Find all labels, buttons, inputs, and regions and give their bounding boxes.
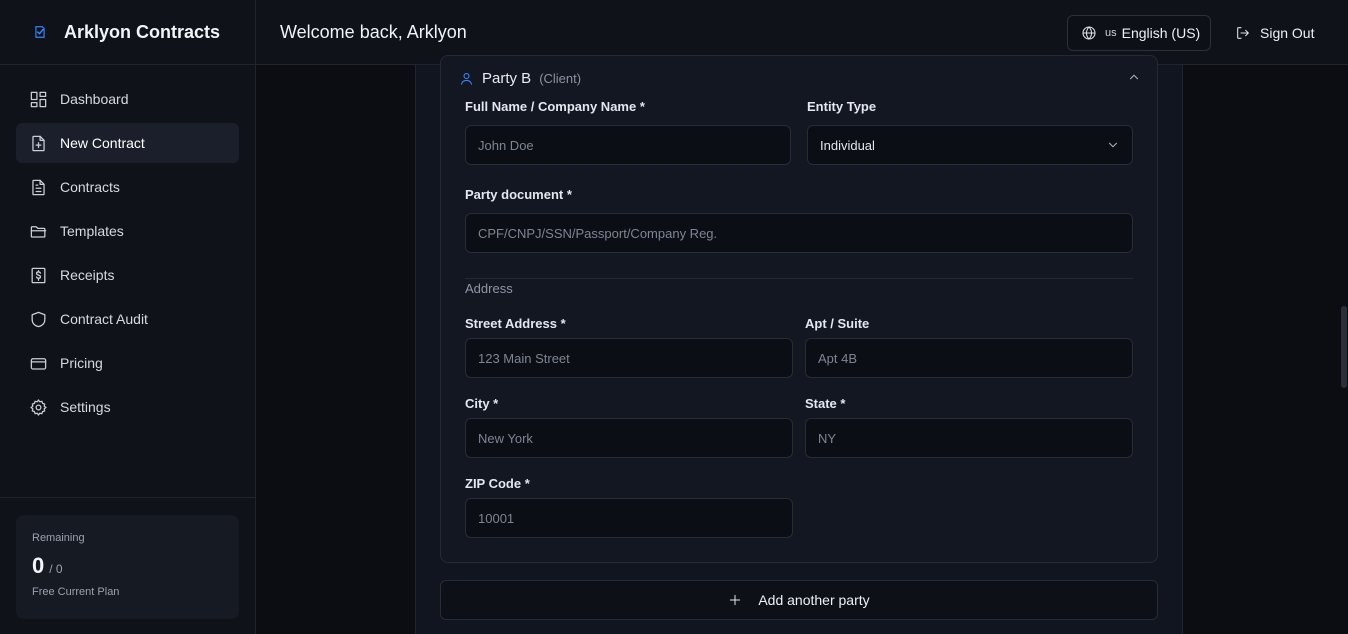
welcome-message: Welcome back, Arklyon [280, 21, 467, 42]
sidebar-item-label: Contract Audit [60, 311, 148, 327]
zip-code-label: ZIP Code * [465, 476, 530, 491]
sidebar-item-label: Pricing [60, 355, 103, 371]
entity-type-value: Individual [820, 137, 875, 153]
full-name-label: Full Name / Company Name * [465, 99, 645, 114]
state-input[interactable] [805, 418, 1133, 458]
city-input[interactable] [465, 418, 793, 458]
remaining-label: Remaining [32, 532, 85, 544]
gear-icon [28, 397, 48, 417]
chevron-down-icon [1108, 142, 1118, 148]
add-party-button[interactable]: Add another party [440, 580, 1158, 620]
party-title: Party B [482, 70, 532, 87]
chevron-up-icon[interactable] [1127, 70, 1141, 89]
city-label: City * [465, 396, 499, 411]
language-selector[interactable]: us English (US) [1067, 15, 1211, 51]
street-address-label: Street Address * [465, 316, 566, 331]
zip-code-input[interactable] [465, 498, 793, 538]
total-count: / 0 [49, 562, 63, 576]
plus-icon [730, 594, 741, 606]
address-section-label: Address [465, 281, 513, 296]
logout-icon [1237, 27, 1249, 39]
sidebar-item-label: Contracts [60, 179, 120, 195]
plan-name: Free Current Plan [32, 586, 120, 598]
sidebar: Arklyon Contracts Dashboard New Contract… [0, 0, 256, 634]
sidebar-item-label: New Contract [60, 135, 145, 151]
sidebar-item-contract-audit[interactable]: Contract Audit [16, 299, 239, 339]
globe-icon [1082, 26, 1096, 40]
sidebar-item-label: Settings [60, 399, 111, 415]
party-header[interactable]: Party B (Client) [459, 70, 581, 87]
sidebar-item-contracts[interactable]: Contracts [16, 167, 239, 207]
sign-out-label: Sign Out [1260, 25, 1315, 41]
folder-icon [28, 221, 48, 241]
sidebar-footer: Remaining 0 / 0 Free Current Plan [0, 497, 255, 634]
party-document-label: Party document * [465, 187, 572, 202]
section-divider [465, 278, 1133, 279]
receipt-icon [28, 265, 48, 285]
party-b-card: Party B (Client) Full Name / Company Nam… [440, 55, 1158, 563]
apt-suite-input[interactable] [805, 338, 1133, 378]
party-role: (Client) [539, 71, 582, 86]
full-name-input[interactable] [465, 125, 791, 165]
dashboard-icon [28, 89, 48, 109]
sign-out-button[interactable]: Sign Out [1235, 15, 1314, 51]
brand-name: Arklyon Contracts [64, 21, 221, 42]
language-label: English (US) [1121, 25, 1201, 41]
sidebar-item-templates[interactable]: Templates [16, 211, 239, 251]
used-count: 0 [32, 553, 45, 578]
credit-card-icon [28, 353, 48, 373]
brand[interactable]: Arklyon Contracts [0, 0, 255, 65]
entity-type-select[interactable]: Individual [807, 125, 1133, 165]
street-address-input[interactable] [465, 338, 793, 378]
sidebar-item-new-contract[interactable]: New Contract [16, 123, 239, 163]
sidebar-item-receipts[interactable]: Receipts [16, 255, 239, 295]
state-label: State * [805, 396, 846, 411]
page-scrollbar[interactable] [1341, 306, 1347, 388]
shield-icon [28, 309, 48, 329]
sidebar-item-label: Receipts [60, 267, 115, 283]
party-document-input[interactable] [465, 213, 1133, 253]
plan-usage-card: Remaining 0 / 0 Free Current Plan [16, 515, 239, 619]
file-text-icon [28, 177, 48, 197]
remaining-count: 0 / 0 [32, 553, 223, 579]
contract-form-panel: Party B (Client) Full Name / Company Nam… [415, 55, 1183, 634]
sidebar-item-label: Dashboard [60, 91, 129, 107]
check-badge-icon [32, 24, 48, 40]
entity-type-label: Entity Type [807, 99, 877, 114]
sidebar-item-pricing[interactable]: Pricing [16, 343, 239, 383]
user-icon [460, 72, 473, 85]
sidebar-nav: Dashboard New Contract Contracts Templat… [0, 65, 255, 427]
file-plus-icon [28, 133, 48, 153]
apt-suite-label: Apt / Suite [805, 316, 870, 331]
add-party-label: Add another party [758, 592, 870, 608]
language-flag: us [1105, 27, 1117, 39]
sidebar-item-dashboard[interactable]: Dashboard [16, 79, 239, 119]
sidebar-item-settings[interactable]: Settings [16, 387, 239, 427]
sidebar-item-label: Templates [60, 223, 124, 239]
